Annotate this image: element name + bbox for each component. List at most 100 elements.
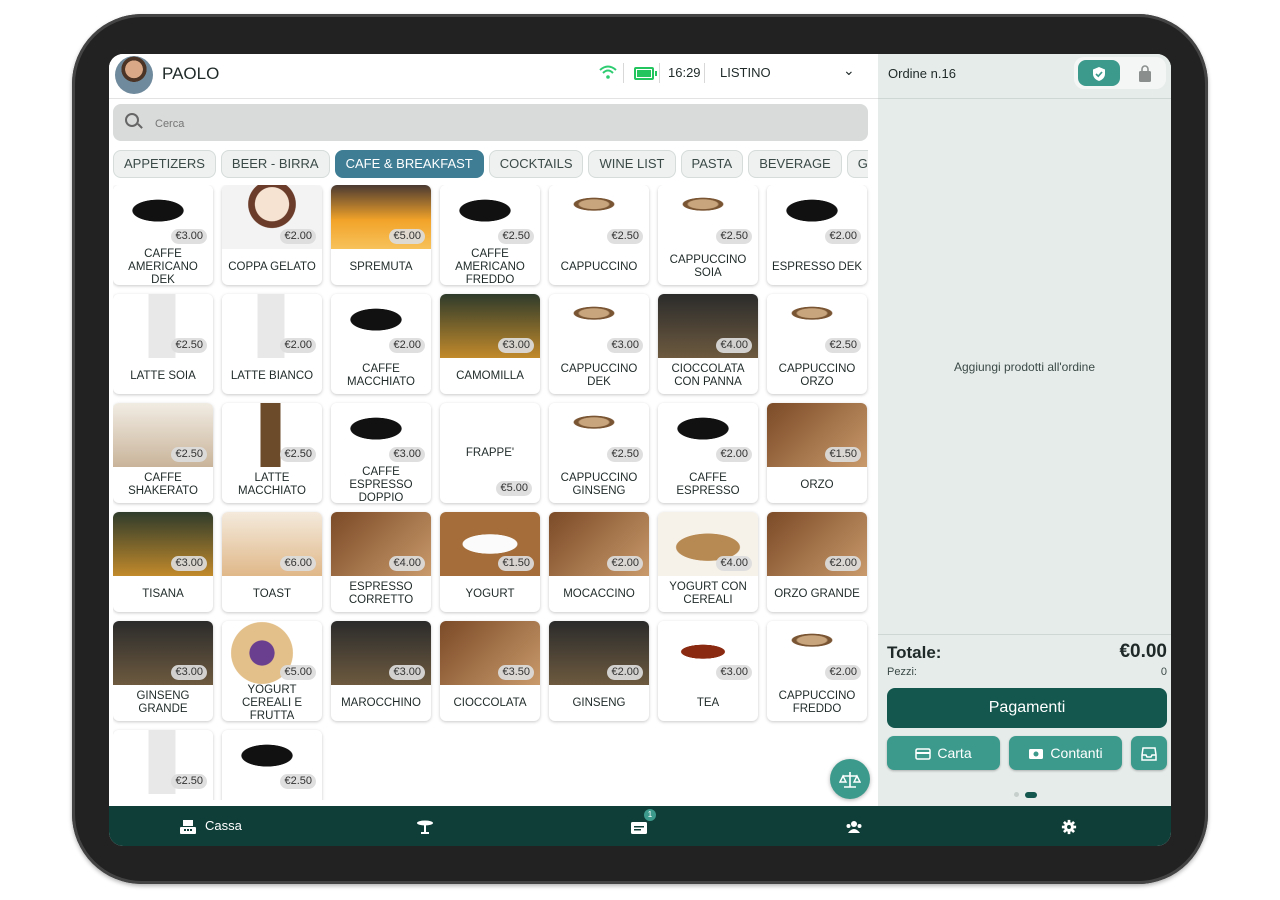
product-card[interactable]: €3.00 TEA: [658, 621, 758, 721]
cash-button-label: Contanti: [1050, 745, 1103, 761]
product-price: €3.00: [171, 556, 207, 571]
order-panel: Ordine n.16 Aggiungi prodotti all'ordine…: [878, 54, 1171, 806]
category-tabs: APPETIZERS BEER - BIRRA CAFE & BREAKFAST CO…: [113, 150, 868, 178]
product-card[interactable]: €1.50 YOGURT: [440, 512, 540, 612]
category-tab[interactable]: BEER - BIRRA: [220, 150, 330, 178]
product-card[interactable]: €3.00 GINSENG GRANDE: [113, 621, 213, 721]
product-name: ESPRESSO CORRETTO: [348, 581, 414, 606]
product-card[interactable]: €2.00 CAFFE ESPRESSO: [658, 403, 758, 503]
product-card[interactable]: €2.00 MOCACCINO: [549, 512, 649, 612]
product-card[interactable]: €1.50 ORZO: [767, 403, 867, 503]
product-card[interactable]: €2.50: [113, 730, 213, 800]
category-tab[interactable]: BEVERAGE: [748, 150, 842, 178]
page-dot[interactable]: [1014, 792, 1019, 798]
product-name: CAPPUCCINO SOIA: [669, 254, 747, 279]
product-card[interactable]: €3.50 CIOCCOLATA: [440, 621, 540, 721]
category-tab[interactable]: WINE LIST: [588, 150, 676, 178]
nav-tables[interactable]: [416, 806, 442, 846]
price-list-select[interactable]: LISTINO: [720, 65, 771, 80]
product-name: CAPPUCCINO GINSENG: [560, 472, 638, 497]
product-name: TOAST: [252, 587, 292, 600]
category-tab[interactable]: CAFE & BREAKFAST: [334, 150, 484, 178]
product-price: €2.00: [825, 229, 861, 244]
product-card[interactable]: €5.00 YOGURT CEREALI E FRUTTA: [222, 621, 322, 721]
product-card[interactable]: €2.50 CAPPUCCINO SOIA: [658, 185, 758, 285]
chevron-down-icon[interactable]: ⌄: [843, 62, 855, 79]
product-price: €2.00: [825, 665, 861, 680]
wifi-icon: [599, 64, 617, 82]
product-card[interactable]: €6.00 TOAST: [222, 512, 322, 612]
product-card[interactable]: €2.00 CAPPUCCINO FREDDO: [767, 621, 867, 721]
total-value: €0.00: [1119, 641, 1167, 662]
product-card[interactable]: €2.00 GINSENG: [549, 621, 649, 721]
product-card[interactable]: €2.50 CAFFE SHAKERATO: [113, 403, 213, 503]
product-price: €4.00: [716, 556, 752, 571]
top-bar: PAOLO 16:29 LISTINO ⌄: [109, 54, 878, 99]
product-card[interactable]: €3.00 CAFFE ESPRESSO DOPPIO: [331, 403, 431, 503]
product-card[interactable]: €4.00 CIOCCOLATA CON PANNA: [658, 294, 758, 394]
product-price: €3.00: [716, 665, 752, 680]
product-price: €2.50: [280, 774, 316, 789]
page-indicator: [1014, 786, 1043, 804]
takeaway-toggle[interactable]: [1128, 60, 1162, 86]
users-icon: [846, 820, 862, 833]
product-price: €2.50: [280, 447, 316, 462]
product-card[interactable]: €2.50 LATTE SOIA: [113, 294, 213, 394]
product-card[interactable]: €2.00 CAFFE MACCHIATO: [331, 294, 431, 394]
scale-button[interactable]: [830, 759, 870, 799]
table-service-toggle[interactable]: [1078, 60, 1120, 86]
product-name: CAPPUCCINO FREDDO: [778, 690, 856, 715]
product-card[interactable]: €2.50 CAPPUCCINO ORZO: [767, 294, 867, 394]
search-input[interactable]: [153, 113, 757, 135]
product-card[interactable]: €2.00 ORZO GRANDE: [767, 512, 867, 612]
nav-customers[interactable]: [845, 806, 871, 846]
product-card[interactable]: €2.00 LATTE BIANCO: [222, 294, 322, 394]
product-card[interactable]: €2.50 CAPPUCCINO GINSENG: [549, 403, 649, 503]
page-dot-active[interactable]: [1025, 791, 1037, 798]
product-card[interactable]: €2.50 CAPPUCCINO: [549, 185, 649, 285]
category-tab[interactable]: APPETIZERS: [113, 150, 216, 178]
nav-cassa[interactable]: Cassa: [179, 806, 242, 846]
product-card[interactable]: €2.00 COPPA GELATO: [222, 185, 322, 285]
product-card[interactable]: €3.00 CAFFE AMERICANO DEK: [113, 185, 213, 285]
product-price: €2.50: [171, 338, 207, 353]
empty-order-message: Aggiungi prodotti all'ordine: [953, 360, 1096, 374]
category-tab[interactable]: PASTA: [680, 150, 744, 178]
category-tab[interactable]: GRILL ME: [846, 150, 868, 178]
product-card[interactable]: €5.00 FRAPPE': [440, 403, 540, 503]
product-name: MAROCCHINO: [341, 696, 421, 709]
product-name: CAPPUCCINO DEK: [560, 363, 638, 388]
product-price: €1.50: [498, 556, 534, 571]
product-price: €2.00: [389, 338, 425, 353]
product-name: TISANA: [142, 587, 184, 600]
product-card[interactable]: €3.00 MAROCCHINO: [331, 621, 431, 721]
product-card[interactable]: €3.00 CAMOMILLA: [440, 294, 540, 394]
product-card[interactable]: €2.50 LATTE MACCHIATO: [222, 403, 322, 503]
product-name: CAMOMILLA: [456, 369, 524, 382]
product-name: CAPPUCCINO ORZO: [778, 363, 856, 388]
card-payment-button[interactable]: Carta: [887, 736, 1000, 770]
product-card[interactable]: €2.00 ESPRESSO DEK: [767, 185, 867, 285]
product-card[interactable]: €4.00 YOGURT CON CEREALI: [658, 512, 758, 612]
product-card[interactable]: €2.50: [222, 730, 322, 800]
product-panel: PAOLO 16:29 LISTINO ⌄ APPETIZERSBEER - B…: [109, 54, 878, 806]
search-bar[interactable]: [113, 104, 868, 141]
product-card[interactable]: €5.00 SPREMUTA: [331, 185, 431, 285]
nav-orders[interactable]: 1: [630, 806, 656, 846]
category-tab[interactable]: COCKTAILS: [488, 150, 584, 178]
product-price: €3.00: [607, 338, 643, 353]
product-name: YOGURT CON CEREALI: [669, 581, 747, 606]
product-card[interactable]: €2.50 CAFFE AMERICANO FREDDO: [440, 185, 540, 285]
divider: [704, 63, 705, 83]
cash-payment-button[interactable]: Contanti: [1009, 736, 1122, 770]
user-avatar[interactable]: [115, 56, 153, 94]
divider: [659, 63, 660, 83]
product-card[interactable]: €4.00 ESPRESSO CORRETTO: [331, 512, 431, 612]
payments-button[interactable]: Pagamenti: [887, 688, 1167, 728]
product-price: €2.00: [716, 447, 752, 462]
drawer-button[interactable]: [1131, 736, 1167, 770]
product-name: LATTE MACCHIATO: [238, 472, 306, 497]
product-card[interactable]: €3.00 CAPPUCCINO DEK: [549, 294, 649, 394]
product-card[interactable]: €3.00 TISANA: [113, 512, 213, 612]
nav-settings[interactable]: [1060, 806, 1086, 846]
